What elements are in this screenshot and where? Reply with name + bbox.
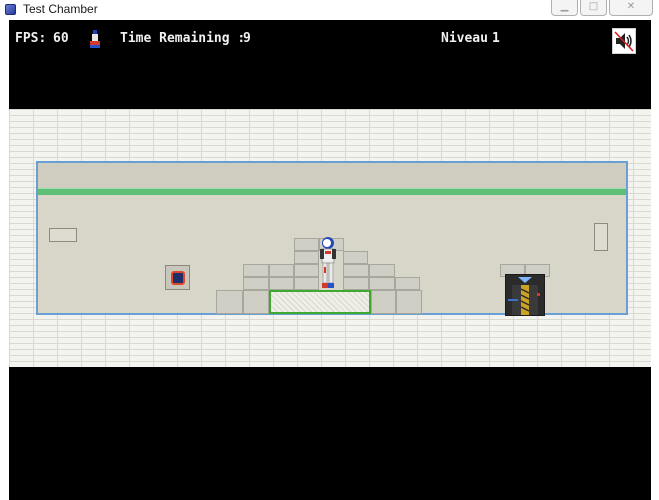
crate-block bbox=[294, 264, 319, 277]
fps-label: FPS: bbox=[15, 31, 47, 46]
minimize-icon: ▁ bbox=[560, 1, 569, 12]
window-title: Test Chamber bbox=[23, 2, 98, 16]
crate-block bbox=[294, 238, 319, 251]
minimize-button[interactable]: ▁ bbox=[551, 0, 578, 16]
time-remaining-value: 9 bbox=[243, 31, 251, 46]
crate-block bbox=[396, 290, 422, 314]
crate-block bbox=[369, 277, 395, 290]
crate-block bbox=[371, 290, 396, 314]
window-controls: ▁ □ ✕ bbox=[551, 0, 659, 18]
window-titlebar[interactable]: Test Chamber ▁ □ ✕ bbox=[0, 0, 659, 20]
close-button[interactable]: ✕ bbox=[609, 0, 653, 16]
exit-elevator[interactable] bbox=[505, 274, 545, 316]
close-icon: ✕ bbox=[626, 1, 636, 12]
crate-block bbox=[343, 251, 368, 264]
sound-toggle-button[interactable] bbox=[612, 28, 636, 54]
crate-block bbox=[269, 277, 294, 290]
maximize-button[interactable]: □ bbox=[580, 0, 607, 16]
crate-block bbox=[269, 264, 294, 277]
ceiling-light-strip bbox=[38, 188, 626, 195]
time-remaining-label: Time Remaining : bbox=[120, 31, 246, 46]
level-value: 1 bbox=[492, 31, 500, 46]
maximize-icon: □ bbox=[588, 1, 599, 12]
fps-value: 60 bbox=[53, 31, 69, 46]
game-canvas[interactable]: FPS: 60 Time Remaining : 9 Niveau 1 bbox=[9, 20, 651, 500]
crate-block bbox=[343, 277, 369, 290]
crate-block bbox=[243, 264, 269, 277]
crate-block bbox=[243, 290, 269, 314]
wall-panel-left bbox=[49, 228, 77, 242]
level-world bbox=[9, 109, 651, 367]
ceiling bbox=[38, 163, 626, 188]
crate-block bbox=[369, 264, 395, 277]
crate-block bbox=[343, 264, 369, 277]
crate-block bbox=[243, 277, 269, 290]
player-lives-icon bbox=[90, 30, 100, 48]
level-label: Niveau bbox=[441, 31, 488, 46]
speaker-muted-icon bbox=[614, 31, 634, 52]
wall-switch[interactable] bbox=[165, 265, 190, 290]
wall-panel-right bbox=[594, 223, 608, 251]
pressure-plate[interactable] bbox=[269, 290, 371, 314]
crate-block bbox=[395, 277, 420, 290]
player-character bbox=[320, 237, 336, 288]
crate-block bbox=[216, 290, 243, 314]
hud: FPS: 60 Time Remaining : 9 Niveau 1 bbox=[9, 20, 651, 60]
test-chamber-room bbox=[36, 161, 628, 316]
app-icon bbox=[5, 4, 16, 15]
switch-indicator bbox=[171, 271, 185, 285]
crate-block bbox=[294, 277, 319, 290]
elevator-door-icon bbox=[506, 275, 544, 315]
crate-block bbox=[294, 251, 319, 264]
